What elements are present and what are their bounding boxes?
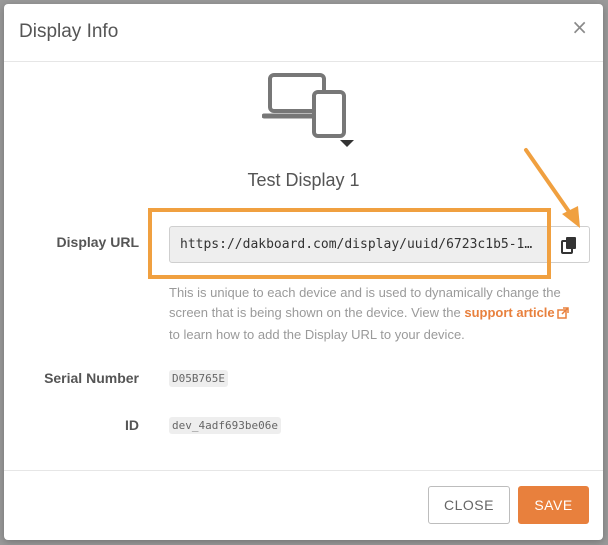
display-info-modal: Display Info × Test Display 1 Display UR… (4, 4, 603, 540)
save-button[interactable]: SAVE (518, 486, 589, 524)
copy-icon (561, 237, 576, 254)
help-text-after: to learn how to add the Display URL to y… (169, 327, 465, 342)
serial-number-value: D05B765E (169, 370, 228, 387)
modal-title: Display Info (19, 21, 119, 42)
display-url-label: Display URL (56, 234, 139, 250)
serial-number-label: Serial Number (44, 370, 139, 386)
annotation-arrow-icon (524, 148, 580, 228)
device-name: Test Display 1 (247, 170, 360, 190)
annotation-highlight-box (148, 208, 551, 279)
external-link-icon (556, 305, 569, 325)
close-icon[interactable]: × (571, 17, 588, 37)
id-value: dev_4adf693be06e (169, 417, 281, 434)
modal-footer: CLOSE SAVE (4, 470, 603, 540)
laptop-phone-icon (261, 72, 357, 152)
display-url-help-text: This is unique to each device and is use… (169, 283, 574, 345)
modal-header: Display Info × (4, 4, 603, 62)
close-button[interactable]: CLOSE (428, 486, 510, 524)
support-article-link[interactable]: support article (464, 305, 570, 320)
id-label: ID (125, 417, 139, 433)
